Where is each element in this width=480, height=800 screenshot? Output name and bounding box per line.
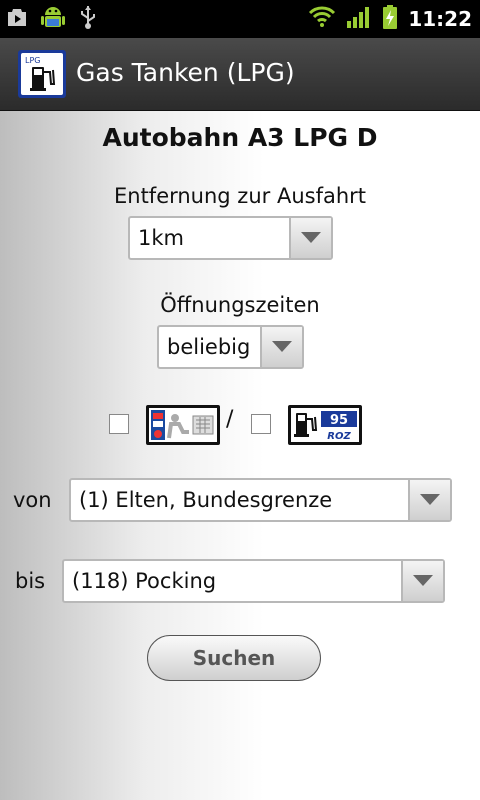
card-payment-checkbox[interactable] (109, 414, 129, 434)
to-value: (118) Pocking (72, 569, 217, 593)
from-label: von (13, 488, 52, 512)
app-icon: LPG (18, 50, 66, 98)
from-value: (1) Elten, Bundesgrenze (79, 488, 333, 512)
distance-dropdown[interactable]: 1km (128, 216, 333, 260)
android-icon (38, 2, 68, 36)
card-payment-icon (146, 405, 220, 445)
distance-label: Entfernung zur Ausfahrt (113, 184, 367, 208)
status-left (6, 4, 98, 34)
play-store-icon (6, 6, 28, 32)
to-label: bis (15, 569, 46, 593)
station-title: Autobahn A3 LPG D (102, 123, 378, 152)
fuel-95-icon: 95 ROZ (288, 405, 362, 445)
app-title: Gas Tanken (LPG) (76, 58, 295, 87)
wifi-icon (308, 5, 336, 33)
chevron-down-icon (401, 561, 443, 601)
status-bar: 11:22 (0, 0, 480, 38)
app-icon-label: LPG (25, 56, 40, 65)
signal-icon (346, 5, 372, 33)
chevron-down-icon (408, 480, 450, 520)
hours-value: beliebig (167, 335, 251, 359)
title-bar: LPG Gas Tanken (LPG) (0, 38, 480, 111)
from-dropdown[interactable]: (1) Elten, Bundesgrenze (69, 478, 452, 522)
clock: 11:22 (408, 7, 472, 31)
chevron-down-icon (260, 327, 302, 367)
main-content: Autobahn A3 LPG D Entfernung zur Ausfahr… (0, 111, 480, 800)
fuel-95-text: ROZ (327, 431, 351, 442)
fuel-95-number: 95 (330, 413, 348, 428)
usb-icon (78, 4, 98, 34)
battery-charging-icon (382, 4, 398, 34)
hours-dropdown[interactable]: beliebig (157, 325, 304, 369)
distance-value: 1km (138, 226, 184, 250)
to-dropdown[interactable]: (118) Pocking (62, 559, 445, 603)
filter-separator: / (226, 407, 234, 432)
status-right: 11:22 (308, 4, 472, 34)
chevron-down-icon (289, 218, 331, 258)
search-button[interactable]: Suchen (147, 635, 321, 681)
hours-label: Öffnungszeiten (160, 293, 320, 317)
fuel-95-checkbox[interactable] (251, 414, 271, 434)
